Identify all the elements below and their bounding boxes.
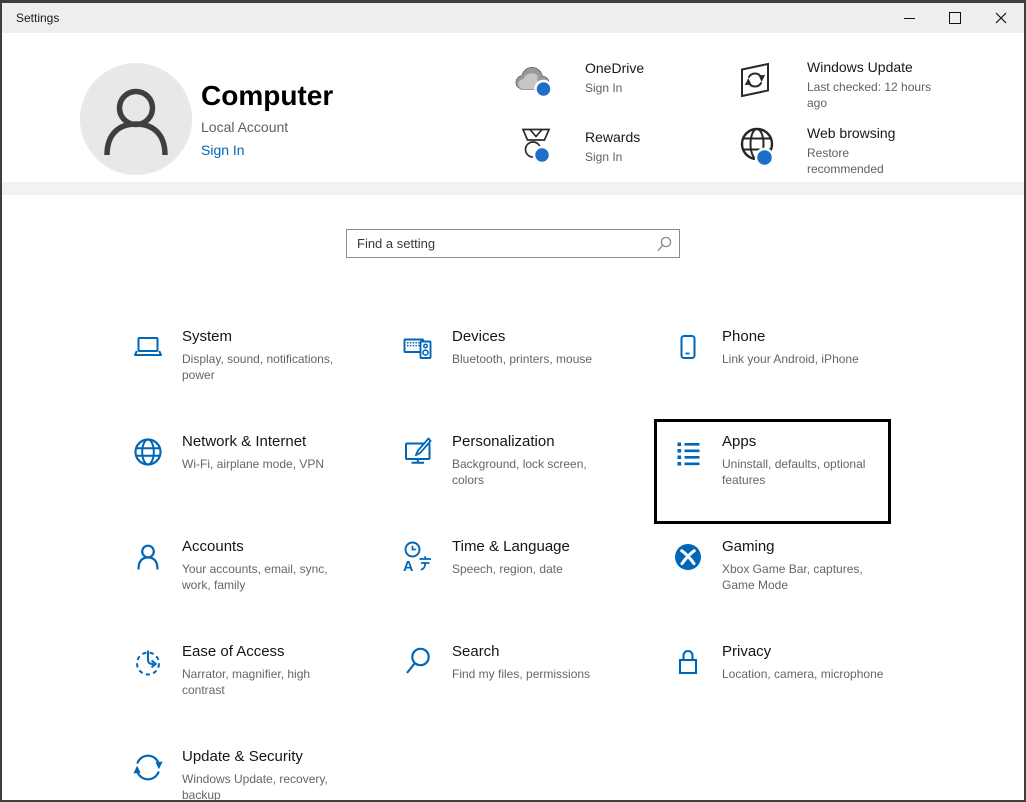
gaming-xbox-icon bbox=[675, 544, 701, 570]
category-title: Phone bbox=[722, 328, 766, 345]
windows-update-icon bbox=[741, 62, 769, 98]
rewards-medal-icon bbox=[521, 128, 552, 165]
category-tile-phone[interactable]: Phone Link your Android, iPhone bbox=[654, 314, 891, 419]
svg-text:A: A bbox=[403, 559, 414, 575]
accounts-person-icon bbox=[137, 544, 159, 570]
web-browsing-globe-icon bbox=[740, 127, 775, 168]
category-subtitle: Find my files, permissions bbox=[452, 667, 591, 681]
quick-status-subtitle: Last checked: 12 hours ago bbox=[807, 80, 932, 110]
category-subtitle: Speech, region, date bbox=[452, 562, 563, 576]
apps-list-icon bbox=[677, 442, 700, 466]
quick-status-title: OneDrive bbox=[585, 60, 645, 76]
quick-status-title: Windows Update bbox=[807, 59, 913, 75]
search-input[interactable] bbox=[346, 229, 680, 258]
window-controls bbox=[886, 3, 1024, 33]
search-box bbox=[346, 229, 680, 258]
minimize-button[interactable] bbox=[886, 3, 932, 33]
category-title: Search bbox=[452, 643, 500, 660]
category-tile-network-internet[interactable]: Network & Internet Wi-Fi, airplane mode,… bbox=[114, 419, 351, 524]
quick-status-subtitle: Sign In bbox=[585, 81, 623, 95]
maximize-icon bbox=[949, 12, 961, 24]
category-subtitle: Link your Android, iPhone bbox=[722, 352, 859, 366]
account-type: Local Account bbox=[201, 119, 289, 135]
system-laptop-icon bbox=[134, 337, 162, 356]
category-tile-ease-of-access[interactable]: Ease of Access Narrator, magnifier, high… bbox=[114, 629, 351, 734]
category-tile-apps[interactable]: Apps Uninstall, defaults, optional featu… bbox=[654, 419, 891, 524]
devices-keyboard-icon bbox=[403, 338, 432, 359]
category-title: Network & Internet bbox=[182, 433, 307, 450]
quick-status-title: Rewards bbox=[585, 129, 641, 145]
category-grid: System Display, sound, notifications, po… bbox=[114, 314, 924, 802]
network-globe-icon bbox=[134, 438, 162, 466]
category-title: Privacy bbox=[722, 643, 772, 660]
quick-status-onedrive[interactable]: OneDrive Sign In bbox=[512, 59, 712, 117]
category-tile-search[interactable]: Search Find my files, permissions bbox=[384, 629, 621, 734]
category-title: Gaming bbox=[722, 538, 775, 555]
close-icon bbox=[995, 12, 1007, 24]
category-subtitle: Wi-Fi, airplane mode, VPN bbox=[182, 457, 325, 471]
category-subtitle: Location, camera, microphone bbox=[722, 667, 884, 681]
category-title: Devices bbox=[452, 328, 506, 345]
search-magnifier-icon bbox=[406, 647, 430, 674]
maximize-button[interactable] bbox=[932, 3, 978, 33]
quick-status-rewards[interactable]: Rewards Sign In bbox=[512, 124, 712, 182]
category-tile-personalization[interactable]: Personalization Background, lock screen,… bbox=[384, 419, 621, 524]
person-avatar-icon bbox=[104, 88, 168, 156]
category-title: Ease of Access bbox=[182, 643, 285, 660]
category-tile-devices[interactable]: Devices Bluetooth, printers, mouse bbox=[384, 314, 621, 419]
ease-of-access-icon bbox=[136, 650, 160, 676]
category-subtitle: Display, sound, notifications, power bbox=[182, 352, 334, 382]
quick-status-windows-update[interactable]: Windows Update Last checked: 12 hours ag… bbox=[737, 58, 947, 118]
search-icon bbox=[657, 236, 672, 252]
category-title: System bbox=[182, 328, 233, 345]
window-title: Settings bbox=[16, 11, 60, 25]
category-subtitle: Background, lock screen, colors bbox=[452, 457, 587, 487]
privacy-lock-icon bbox=[678, 649, 698, 675]
category-title: Accounts bbox=[182, 538, 244, 555]
quick-status-subtitle: Sign In bbox=[585, 150, 623, 164]
settings-window: Settings Computer Local Account Sign In bbox=[0, 0, 1026, 802]
category-title: Time & Language bbox=[452, 538, 570, 555]
category-subtitle: Windows Update, recovery, backup bbox=[182, 772, 328, 802]
quick-status-subtitle: Restore recommended bbox=[807, 146, 884, 176]
personalization-monitor-icon bbox=[405, 437, 432, 464]
user-name: Computer bbox=[201, 80, 334, 111]
category-subtitle: Narrator, magnifier, high contrast bbox=[182, 667, 311, 697]
category-tile-gaming[interactable]: Gaming Xbox Game Bar, captures, Game Mod… bbox=[654, 524, 891, 629]
close-button[interactable] bbox=[978, 3, 1024, 33]
time-language-icon: A bbox=[403, 541, 431, 575]
onedrive-cloud-icon bbox=[515, 66, 553, 99]
minimize-icon bbox=[903, 17, 915, 19]
category-subtitle: Uninstall, defaults, optional features bbox=[722, 457, 866, 487]
category-title: Personalization bbox=[452, 433, 555, 450]
category-subtitle: Bluetooth, printers, mouse bbox=[452, 352, 593, 366]
avatar[interactable] bbox=[80, 63, 192, 175]
category-title: Apps bbox=[722, 433, 757, 450]
category-tile-system[interactable]: System Display, sound, notifications, po… bbox=[114, 314, 351, 419]
phone-icon bbox=[680, 335, 696, 359]
category-tile-update-security[interactable]: Update & Security Windows Update, recove… bbox=[114, 734, 351, 802]
user-sign-in-link[interactable]: Sign In bbox=[201, 142, 333, 158]
category-tile-time-language[interactable]: A Time & Language Speech, region, date bbox=[384, 524, 621, 629]
user-block: Computer Local Account Sign In bbox=[201, 80, 334, 159]
category-subtitle: Your accounts, email, sync, work, family bbox=[182, 562, 328, 592]
titlebar: Settings bbox=[2, 3, 1024, 33]
category-tile-privacy[interactable]: Privacy Location, camera, microphone bbox=[654, 629, 891, 734]
quick-status-title: Web browsing bbox=[807, 125, 896, 141]
header-divider bbox=[2, 182, 1024, 195]
category-title: Update & Security bbox=[182, 748, 303, 765]
category-tile-accounts[interactable]: Accounts Your accounts, email, sync, wor… bbox=[114, 524, 351, 629]
update-security-icon bbox=[133, 754, 163, 781]
quick-status-web-browsing[interactable]: Web browsing Restore recommended bbox=[737, 123, 947, 183]
category-subtitle: Xbox Game Bar, captures, Game Mode bbox=[722, 562, 863, 592]
